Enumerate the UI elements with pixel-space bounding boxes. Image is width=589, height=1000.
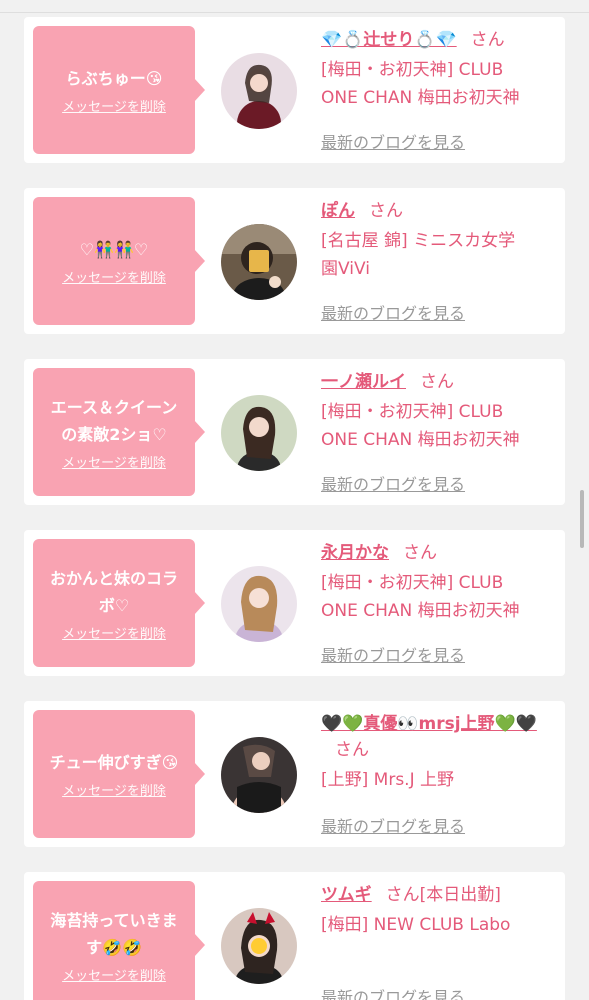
avatar[interactable] (221, 566, 297, 642)
message-line: らぶちゅー😘 (65, 69, 163, 88)
girl-info: ぽん さん [名古屋 錦] ミニスカ女学 園ViVi (321, 198, 557, 283)
message-list-page: らぶちゅー😘 メッセージを削除 💎💍辻せり💍💎 さん [梅田・お初天神] CLUB… (0, 0, 589, 1000)
shop-name: [梅田] NEW CLUB Labo (321, 911, 557, 939)
honorific-label: さん (369, 201, 403, 221)
message-bubble: チュー伸びすぎ😘 メッセージを削除 (33, 710, 205, 838)
honorific-label: さん (403, 543, 437, 563)
message-card: おかんと妹のコラ ボ♡ メッセージを削除 永月かな さん [梅田・お初天神] CL… (24, 530, 565, 676)
shop-line: ONE CHAN 梅田お初天神 (321, 601, 520, 621)
girl-name-link[interactable]: 一ノ瀬ルイ (321, 372, 406, 392)
girl-info: 💎💍辻せり💍💎 さん [梅田・お初天神] CLUB ONE CHAN 梅田お初天神 (321, 27, 557, 112)
message-line: エース＆クイーン (50, 397, 178, 417)
honorific-label: さん (470, 30, 505, 50)
girl-name-link[interactable]: ツムギ (321, 885, 372, 905)
delete-message-link[interactable]: メッセージを削除 (62, 780, 166, 799)
girl-name-link[interactable]: 🖤💚真優👀mrsj上野💚🖤 (321, 714, 537, 734)
delete-message-link[interactable]: メッセージを削除 (62, 267, 166, 286)
message-card: エース＆クイーン の素敵2ショ♡ メッセージを削除 一ノ瀬ルイ さん [梅田・お初… (24, 359, 565, 505)
message-line: ボ♡ (98, 595, 130, 615)
message-text: 海苔持っていきま す🤣🤣 (44, 907, 183, 961)
shop-line: ONE CHAN 梅田お初天神 (321, 88, 520, 108)
message-line: ♡👫👫♡ (79, 240, 149, 259)
latest-blog-link[interactable]: 最新のブログを見る (321, 300, 465, 324)
work-status-label: [本日出勤] (419, 885, 501, 905)
message-line: チュー伸びすぎ😘 (49, 753, 179, 772)
honorific-label: さん (385, 885, 420, 905)
honorific-label: さん (420, 372, 454, 392)
girl-info: 永月かな さん [梅田・お初天神] CLUB ONE CHAN 梅田お初天神 (321, 540, 557, 625)
shop-line: [名古屋 錦] ミニスカ女学 (321, 231, 516, 251)
latest-blog-link[interactable]: 最新のブログを見る (321, 984, 465, 1000)
latest-blog-link[interactable]: 最新のブログを見る (321, 129, 465, 153)
shop-line: [梅田] NEW CLUB Labo (321, 915, 511, 935)
shop-name: [梅田・お初天神] CLUB ONE CHAN 梅田お初天神 (321, 569, 557, 625)
girl-info: 🖤💚真優👀mrsj上野💚🖤 さん [上野] Mrs.J 上野 (321, 711, 557, 794)
message-bubble: おかんと妹のコラ ボ♡ メッセージを削除 (33, 539, 205, 667)
message-text: おかんと妹のコラ ボ♡ (44, 565, 184, 619)
message-line: す🤣🤣 (86, 937, 142, 957)
message-text: エース＆クイーン の素敵2ショ♡ (45, 394, 183, 448)
message-line: 海苔持っていきま (50, 910, 178, 930)
avatar[interactable] (221, 224, 297, 300)
latest-blog-link[interactable]: 最新のブログを見る (321, 471, 465, 495)
latest-blog-link[interactable]: 最新のブログを見る (321, 813, 465, 837)
message-line: おかんと妹のコラ (49, 568, 178, 588)
girl-name-link[interactable]: ぽん (321, 201, 355, 221)
top-divider (0, 12, 589, 13)
message-card: チュー伸びすぎ😘 メッセージを削除 🖤💚真優👀mrsj上野💚🖤 さん [上野] M… (24, 701, 565, 847)
girl-name-link[interactable]: 永月かな (321, 543, 389, 563)
message-text: チュー伸びすぎ😘 (44, 749, 185, 776)
shop-line: [梅田・お初天神] CLUB (321, 402, 504, 422)
delete-message-link[interactable]: メッセージを削除 (62, 452, 166, 471)
latest-blog-link[interactable]: 最新のブログを見る (321, 642, 465, 666)
delete-message-link[interactable]: メッセージを削除 (62, 623, 166, 642)
portrait-photo-icon (221, 395, 297, 471)
avatar[interactable] (221, 395, 297, 471)
shop-line: [梅田・お初天神] CLUB (321, 573, 504, 593)
message-text: らぶちゅー😘 (60, 65, 169, 92)
shop-name: [上野] Mrs.J 上野 (321, 766, 557, 794)
delete-message-link[interactable]: メッセージを削除 (62, 965, 166, 984)
message-line: の素敵2ショ♡ (61, 424, 167, 444)
avatar[interactable] (221, 53, 297, 129)
scrollbar[interactable] (580, 490, 584, 548)
delete-message-link[interactable]: メッセージを削除 (62, 96, 166, 115)
portrait-photo-icon (221, 737, 297, 813)
shop-line: [梅田・お初天神] CLUB (321, 60, 504, 80)
girl-info: 一ノ瀬ルイ さん [梅田・お初天神] CLUB ONE CHAN 梅田お初天神 (321, 369, 557, 454)
honorific-label: さん (335, 740, 369, 760)
message-bubble: 海苔持っていきま す🤣🤣 メッセージを削除 (33, 881, 205, 1000)
message-text: ♡👫👫♡ (74, 236, 155, 263)
shop-name: [梅田・お初天神] CLUB ONE CHAN 梅田お初天神 (321, 56, 557, 112)
portrait-photo-icon (221, 53, 297, 129)
shop-line: 園ViVi (321, 259, 370, 279)
message-bubble: らぶちゅー😘 メッセージを削除 (33, 26, 205, 154)
message-card: 海苔持っていきま す🤣🤣 メッセージを削除 ツムギ さん[本日出勤] [梅田] N… (24, 872, 565, 1000)
shop-name: [梅田・お初天神] CLUB ONE CHAN 梅田お初天神 (321, 398, 557, 454)
avatar[interactable] (221, 908, 297, 984)
avatar[interactable] (221, 737, 297, 813)
message-card: ♡👫👫♡ メッセージを削除 ぽんさん [名古屋 錦] ミニスカ女学 園ViVi (24, 188, 565, 334)
girl-name-link[interactable]: 💎💍辻せり💍💎 (321, 30, 457, 50)
portrait-photo-icon (221, 908, 297, 984)
message-bubble: ♡👫👫♡ メッセージを削除 (33, 197, 205, 325)
portrait-photo-icon (221, 224, 297, 300)
message-bubble: エース＆クイーン の素敵2ショ♡ メッセージを削除 (33, 368, 205, 496)
portrait-photo-icon (221, 566, 297, 642)
girl-info: ツムギ さん[本日出勤] [梅田] NEW CLUB Labo (321, 882, 557, 939)
shop-line: [上野] Mrs.J 上野 (321, 770, 455, 790)
shop-line: ONE CHAN 梅田お初天神 (321, 430, 520, 450)
shop-name: [名古屋 錦] ミニスカ女学 園ViVi (321, 227, 557, 283)
message-card: らぶちゅー😘 メッセージを削除 💎💍辻せり💍💎 さん [梅田・お初天神] CLUB… (24, 17, 565, 163)
